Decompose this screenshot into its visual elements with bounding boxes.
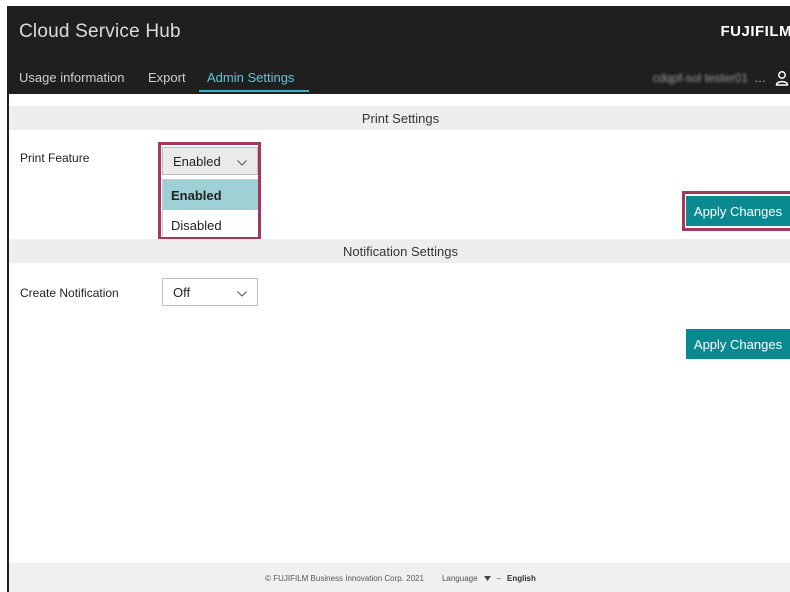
brand-logo: FUJIFILM xyxy=(720,23,790,40)
app-title: Cloud Service Hub xyxy=(19,21,181,42)
app-window: Cloud Service Hub FUJIFILM Usage informa… xyxy=(7,6,790,592)
print-feature-label: Print Feature xyxy=(20,151,90,165)
user-name: cdqpf-sol tester01 xyxy=(652,71,748,85)
footer: © FUJIFILM Business Innovation Corp. 202… xyxy=(9,563,790,592)
create-notification-select[interactable]: Off xyxy=(162,278,258,306)
chevron-down-icon xyxy=(237,285,247,300)
notification-apply-changes-button[interactable]: Apply Changes xyxy=(686,329,790,359)
language-label[interactable]: Language xyxy=(442,574,478,583)
user-name-ellipsis: … xyxy=(754,71,766,85)
tab-admin-settings[interactable]: Admin Settings xyxy=(207,70,294,85)
user-menu[interactable]: cdqpf-sol tester01 … xyxy=(653,68,790,88)
copyright-text: © FUJIFILM Business Innovation Corp. 202… xyxy=(265,574,424,583)
notification-settings-header: Notification Settings xyxy=(9,239,790,263)
create-notification-selected-value: Off xyxy=(173,284,191,300)
dropdown-highlight-frame xyxy=(158,142,261,240)
person-icon[interactable] xyxy=(772,68,790,88)
apply-button-highlight-frame xyxy=(682,191,790,231)
top-header: Cloud Service Hub FUJIFILM Usage informa… xyxy=(9,8,790,94)
language-value[interactable]: English xyxy=(507,574,536,583)
print-settings-header: Print Settings xyxy=(9,106,790,130)
language-separator: – xyxy=(496,574,501,583)
tab-usage-information[interactable]: Usage information xyxy=(19,70,125,85)
caret-down-icon[interactable] xyxy=(483,574,491,583)
create-notification-label: Create Notification xyxy=(20,286,119,300)
tab-export[interactable]: Export xyxy=(148,70,186,85)
active-tab-indicator xyxy=(199,90,309,92)
